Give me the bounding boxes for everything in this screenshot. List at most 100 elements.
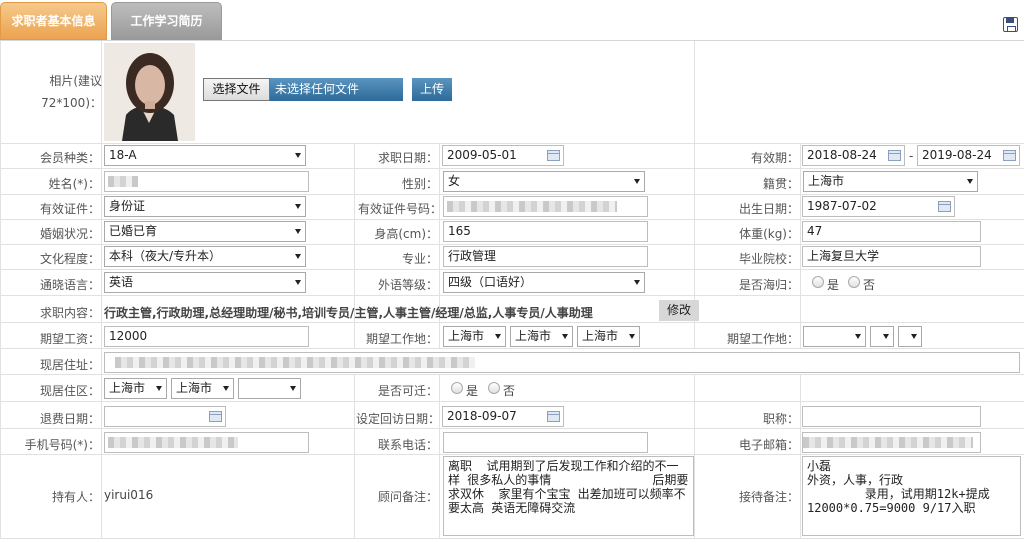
job-content-value: 行政主管,行政助理,总经理助理/秘书,培训专员/主管,人事主管/经理/总监,人事… [104, 306, 593, 320]
district-city-select[interactable]: 上海市 [171, 378, 234, 399]
job-title-label: 职称： [762, 412, 799, 426]
gender-value: 女 [448, 174, 461, 188]
refund-date-field[interactable] [104, 406, 226, 427]
district-province-select[interactable]: 上海市 [104, 378, 167, 399]
membership-select[interactable]: 18-A [104, 145, 306, 166]
birth-date-value: 1987-07-02 [807, 199, 877, 213]
work-location-2-label: 期望工作地： [726, 332, 799, 346]
validity-label: 有效期： [750, 151, 799, 165]
work-location-2-city-select[interactable] [870, 326, 894, 347]
calendar-icon[interactable] [1003, 150, 1016, 161]
id-number-label: 有效证件号码： [358, 202, 443, 216]
membership-value: 18-A [109, 148, 137, 162]
chevron-down-icon [883, 334, 889, 339]
phone-input[interactable] [443, 432, 648, 453]
save-icon[interactable] [1003, 17, 1018, 32]
id-type-value: 身份证 [109, 199, 146, 213]
chevron-down-icon [855, 334, 861, 339]
language-level-value: 四级（口语好） [448, 275, 533, 289]
calendar-icon[interactable] [547, 150, 560, 161]
calendar-icon[interactable] [938, 201, 951, 212]
validity-from-field[interactable]: 2018-08-24 [802, 145, 905, 166]
height-input[interactable]: 165 [443, 221, 648, 242]
calendar-icon[interactable] [888, 150, 901, 161]
native-label: 籍贯： [762, 177, 799, 191]
photo-label: 相片(建议72*100)： [41, 74, 102, 110]
advisor-note-textarea[interactable]: 离职 试用期到了后发现工作和介绍的不一样 很多私人的事情 后期要求双休 家里有个… [443, 456, 694, 536]
email-input[interactable] [802, 432, 981, 453]
row-divider [0, 401, 1024, 402]
membership-label: 会员种类： [39, 151, 100, 165]
redacted-text [108, 176, 138, 187]
validity-to-field[interactable]: 2019-08-24 [917, 145, 1020, 166]
apply-date-value: 2009-05-01 [447, 148, 517, 162]
chevron-down-icon [223, 386, 229, 391]
language-select[interactable]: 英语 [104, 272, 306, 293]
phone-label: 联系电话： [377, 438, 438, 452]
tab-resume[interactable]: 工作学习简历 [111, 2, 222, 40]
visit-date-label: 设定回访日期： [356, 412, 441, 426]
edit-button[interactable]: 修改 [659, 300, 699, 321]
tab-basic-info[interactable]: 求职者基本信息 [0, 2, 107, 40]
overseas-label: 是否海归： [738, 278, 799, 292]
birth-date-field[interactable]: 1987-07-02 [802, 196, 955, 217]
address-input[interactable] [104, 352, 1020, 373]
row-divider [0, 454, 1024, 455]
overseas-yes-radio[interactable] [812, 276, 824, 288]
chevron-down-icon [295, 254, 301, 259]
address-label: 现居住址： [39, 358, 100, 372]
relocate-yes-radio[interactable] [451, 382, 463, 394]
education-select[interactable]: 本科（夜大/专升本） [104, 246, 306, 267]
language-level-select[interactable]: 四级（口语好） [443, 272, 645, 293]
marital-label: 婚姻状况： [39, 227, 100, 241]
reception-note-textarea[interactable]: 小磊 外资，人事，行政 录用，试用期12k+提成 12000*0.75=9000… [802, 456, 1021, 536]
major-label: 专业： [401, 252, 438, 266]
name-input[interactable] [104, 171, 309, 192]
salary-input[interactable]: 12000 [104, 326, 309, 347]
apply-date-field[interactable]: 2009-05-01 [442, 145, 564, 166]
work-location-district-select[interactable]: 上海市 [577, 326, 640, 347]
height-label: 身高(cm)： [374, 227, 438, 241]
chevron-down-icon [156, 386, 162, 391]
relocate-no-radio[interactable] [488, 382, 500, 394]
overseas-no-radio[interactable] [848, 276, 860, 288]
choose-file-button[interactable]: 选择文件 [203, 78, 270, 101]
calendar-icon[interactable] [547, 411, 560, 422]
calendar-icon[interactable] [209, 411, 222, 422]
marital-value: 已婚已育 [109, 224, 158, 238]
native-select[interactable]: 上海市 [803, 171, 978, 192]
job-title-input[interactable] [802, 406, 981, 427]
weight-input[interactable]: 47 [802, 221, 981, 242]
mobile-input[interactable] [104, 432, 309, 453]
upload-button[interactable]: 上传 [412, 78, 452, 101]
work-location-province-select[interactable]: 上海市 [443, 326, 506, 347]
row-divider [0, 269, 1024, 270]
work-location-district-value: 上海市 [582, 329, 619, 343]
job-content-label: 求职内容： [39, 306, 100, 320]
holder-label: 持有人： [51, 490, 100, 504]
work-location-2-district-select[interactable] [898, 326, 922, 347]
id-number-input[interactable] [443, 196, 648, 217]
chevron-down-icon [495, 334, 501, 339]
row-divider [0, 244, 1024, 245]
district-city-value: 上海市 [176, 381, 213, 395]
marital-select[interactable]: 已婚已育 [104, 221, 306, 242]
gender-select[interactable]: 女 [443, 171, 645, 192]
education-label: 文化程度： [39, 252, 100, 266]
visit-date-field[interactable]: 2018-09-07 [442, 406, 564, 427]
col-divider [354, 374, 355, 539]
language-level-label: 外语等级： [377, 278, 438, 292]
chevron-down-icon [911, 334, 917, 339]
chevron-down-icon [967, 179, 973, 184]
relocate-label: 是否可迁： [377, 384, 438, 398]
id-type-select[interactable]: 身份证 [104, 196, 306, 217]
work-location-2-province-select[interactable] [803, 326, 866, 347]
reception-note-label: 接待备注： [738, 490, 799, 504]
advisor-note-label: 顾问备注： [377, 490, 438, 504]
work-location-city-select[interactable]: 上海市 [510, 326, 573, 347]
school-input[interactable]: 上海复旦大学 [802, 246, 981, 267]
major-input[interactable]: 行政管理 [443, 246, 648, 267]
chevron-down-icon [634, 280, 640, 285]
district-area-select[interactable] [238, 378, 301, 399]
education-value: 本科（夜大/专升本） [109, 249, 222, 263]
